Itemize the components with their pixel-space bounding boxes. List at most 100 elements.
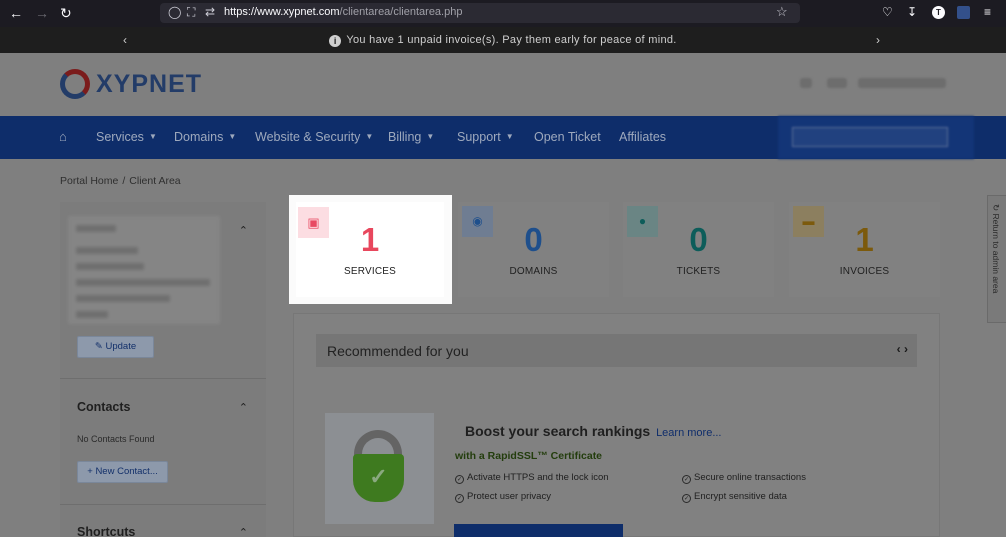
update-button[interactable]: ✎ Update [77,336,154,358]
user-menu[interactable] [858,78,946,88]
return-to-admin-tab[interactable]: ↻ Return to admin area [987,195,1006,323]
pencil-icon: ✎ [94,341,106,352]
chevron-right-icon[interactable]: › [904,342,908,356]
reload-icon[interactable]: ↻ [60,5,72,21]
promo-subtitle: with a RapidSSL™ Certificate [455,450,603,462]
notice-text: You have 1 unpaid invoice(s). Pay them e… [346,34,677,46]
download-icon[interactable]: ↧ [907,5,917,19]
tickets-count: 0 [689,221,708,258]
profile-avatar[interactable]: T [932,6,945,19]
feature-text: Encrypt sensitive data [694,491,787,502]
carousel-nav: ‹ › [897,342,908,356]
check-circle-icon: ✓ [682,494,691,503]
lock-icon: ✓ [353,454,404,502]
shortcuts-title: Shortcuts [77,525,136,537]
feature-item: ✓ Protect user privacy [455,491,551,503]
bookmark-star-icon[interactable]: ☆ [776,4,788,20]
breadcrumb-separator: / [122,175,126,187]
check-circle-icon: ✓ [455,494,464,503]
invoices-tile[interactable]: ▬ 1 INVOICES [789,202,940,297]
nav-domains-label: Domains [174,130,224,144]
notifications-icon[interactable] [827,78,847,88]
services-count: 1 [360,221,380,258]
recommended-panel: Recommended for you ‹ › ✓ Boost your sea… [293,313,940,537]
pocket-icon[interactable]: ♡ [882,5,893,19]
feature-text: Protect user privacy [467,491,551,502]
feature-item: ✓ Encrypt sensitive data [682,491,787,503]
learn-more-link[interactable]: Learn more... [656,427,721,439]
divider [60,378,266,379]
blurred-line [76,263,144,270]
promo-cta-button[interactable] [454,524,623,537]
nav-support-label: Support [457,130,501,144]
blurred-line [76,279,210,286]
nav-support[interactable]: Support ▼ [457,130,514,144]
logo-text[interactable]: XYPNET [96,70,202,99]
feature-item: ✓ Activate HTTPS and the lock icon [455,472,609,484]
sidebar: ⌃ ✎ Update Contacts ⌃ No Contacts Found … [60,202,266,537]
chevron-up-icon[interactable]: ⌃ [239,224,248,237]
lock-icon[interactable]: ⛶ [187,5,195,20]
blurred-line [76,311,108,318]
tickets-tile[interactable]: ● 0 TICKETS [623,202,774,297]
caret-down-icon: ▼ [148,132,157,141]
nav-services[interactable]: Services ▼ [96,130,157,144]
nav-website-security-label: Website & Security [255,130,361,144]
tickets-label: TICKETS [676,266,721,277]
domains-tile[interactable]: ◉ 0 DOMAINS [458,202,609,297]
notice-text-wrap: i You have 1 unpaid invoice(s). Pay them … [0,34,1006,47]
promo-title-text: Boost your search rankings [465,423,651,439]
new-contact-button[interactable]: + New Contact... [77,461,168,483]
services-tile[interactable]: ▣ 1 SERVICES [296,202,444,297]
blurred-line [76,247,138,254]
home-icon[interactable]: ⌂ [59,129,67,144]
url-domain: https://www.xypnet.com [224,6,340,18]
caret-down-icon: ▼ [365,132,374,141]
domains-label: DOMAINS [509,266,558,277]
chevron-up-icon[interactable]: ⌃ [239,526,248,537]
menu-icon[interactable]: ≡ [984,5,991,19]
feature-item: ✓ Secure online transactions [682,472,806,484]
nav-website-security[interactable]: Website & Security ▼ [255,130,373,144]
contacts-title: Contacts [77,400,131,414]
caret-down-icon: ▼ [505,132,514,141]
logged-in-as-panel[interactable] [778,116,974,159]
chevron-right-icon[interactable]: › [876,33,880,47]
permissions-icon[interactable]: ⇄ [205,5,215,19]
invoices-count: 1 [855,221,874,258]
caret-down-icon: ▼ [426,132,435,141]
feature-text: Activate HTTPS and the lock icon [467,472,609,483]
nav-open-ticket[interactable]: Open Ticket [534,130,601,144]
xypnet-logo-icon[interactable] [60,69,90,99]
breadcrumb-current: Client Area [129,175,181,187]
site-header: XYPNET [0,53,1006,116]
nav-domains[interactable]: Domains ▼ [174,130,236,144]
nav-affiliates[interactable]: Affiliates [619,130,666,144]
address-bar[interactable]: ◯ ⛶ ⇄ https://www.xypnet.com/clientarea/… [160,3,800,23]
nav-billing-label: Billing [388,130,422,144]
arrow-right-icon[interactable]: → [35,5,49,21]
main-navigation: ⌂ Services ▼ Domains ▼ Website & Security ▼… [0,116,1006,159]
domains-count: 0 [524,221,543,258]
url-path: /clientarea/clientarea.php [339,6,463,18]
promo-title: Boost your search rankings Learn more... [465,423,721,439]
blurred-line [76,295,170,302]
feature-text: Secure online transactions [694,472,806,483]
nav-billing[interactable]: Billing ▼ [388,130,434,144]
shield-icon[interactable]: ◯ [168,5,181,19]
recommended-header: Recommended for you ‹ › [316,334,917,367]
cart-icon[interactable] [800,78,812,88]
chevron-up-icon[interactable]: ⌃ [239,401,248,414]
recommended-title: Recommended for you [327,343,469,359]
return-to-admin-label: ↻ Return to admin area [991,204,1001,293]
info-icon: i [329,35,342,47]
browser-toolbar: ← → ↻ ◯ ⛶ ⇄ https://www.xypnet.com/clien… [0,0,1006,27]
check-circle-icon: ✓ [455,475,464,484]
no-contacts-text: No Contacts Found [77,434,155,444]
chevron-left-icon[interactable]: ‹ [897,342,901,356]
extension-icon[interactable] [957,6,970,19]
url-text[interactable]: https://www.xypnet.com/clientarea/client… [224,6,462,18]
arrow-left-icon[interactable]: ← [9,5,23,21]
logged-in-as-button[interactable] [792,127,948,147]
breadcrumb-home[interactable]: Portal Home [60,175,118,187]
